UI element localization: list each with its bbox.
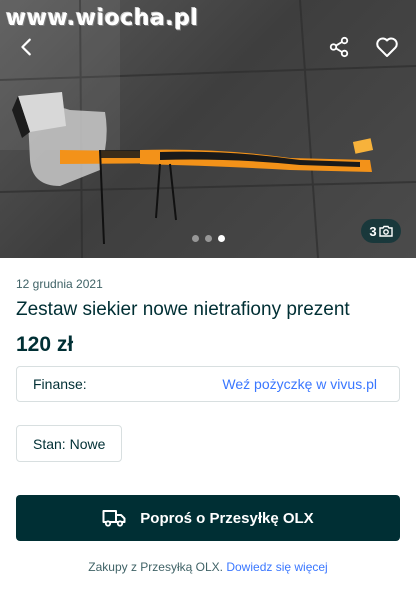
- loan-link[interactable]: Weź pożyczkę w vivus.pl: [222, 376, 377, 392]
- photo-count-badge: 3: [361, 219, 401, 243]
- camera-icon: [378, 225, 393, 237]
- back-button[interactable]: [10, 30, 44, 64]
- delivery-info-text: Zakupy z Przesyłką OLX.: [88, 560, 223, 574]
- finance-box: Finanse: Weź pożyczkę w vivus.pl: [16, 366, 400, 402]
- learn-more-link[interactable]: Dowiedz się więcej: [226, 560, 327, 574]
- gallery-dot[interactable]: [204, 235, 212, 242]
- delivery-info: Zakupy z Przesyłką OLX. Dowiedz się więc…: [0, 560, 416, 574]
- olx-delivery-label: Poproś o Przesyłkę OLX: [140, 509, 314, 527]
- photo-gallery[interactable]: www.wiocha.pl 3: [0, 0, 416, 258]
- watermark-text: www.wiocha.pl: [6, 6, 199, 31]
- delivery-truck-icon: [102, 510, 126, 527]
- olx-delivery-button[interactable]: Poproś o Przesyłkę OLX: [16, 495, 400, 541]
- heart-icon: [376, 37, 398, 57]
- gallery-dot-active[interactable]: [217, 235, 225, 242]
- listing-date: 12 grudnia 2021: [16, 277, 103, 291]
- condition-badge: Stan: Nowe: [16, 425, 123, 462]
- listing-title: Zestaw siekier nowe nietrafiony prezent: [16, 299, 350, 320]
- share-button[interactable]: [322, 30, 356, 64]
- share-icon: [329, 36, 349, 58]
- finance-label: Finanse:: [33, 376, 87, 392]
- favorite-button[interactable]: [369, 30, 405, 64]
- photo-count-number: 3: [369, 223, 377, 239]
- gallery-pagination: [0, 235, 416, 242]
- gallery-dot[interactable]: [191, 235, 199, 242]
- listing-price: 120 zł: [16, 333, 74, 356]
- back-arrow-icon: [21, 38, 31, 56]
